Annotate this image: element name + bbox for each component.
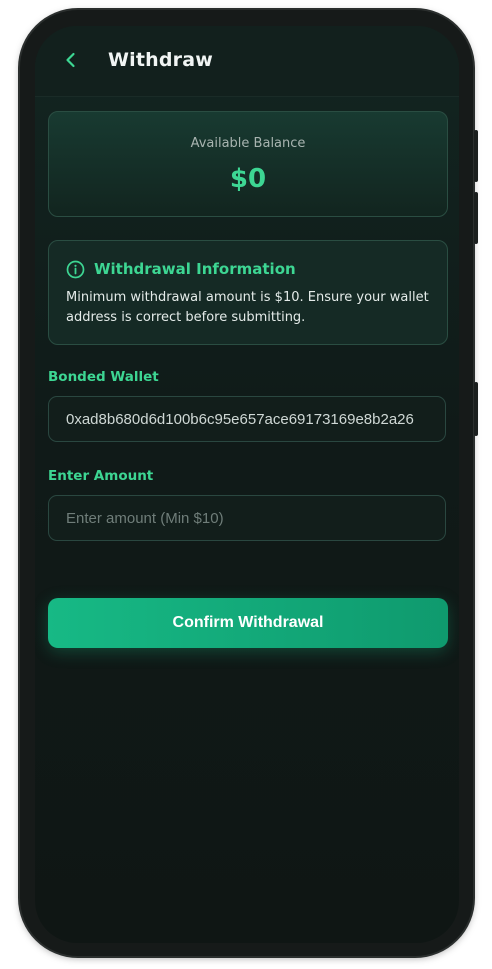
page-title: Withdraw	[108, 49, 214, 71]
side-button	[474, 382, 478, 436]
wallet-label: Bonded Wallet	[48, 369, 159, 385]
info-circle-icon	[66, 260, 85, 279]
balance-label: Available Balance	[190, 136, 306, 151]
info-title: Withdrawal Information	[94, 260, 296, 278]
amount-label: Enter Amount	[48, 468, 154, 484]
app-header: Withdraw	[35, 26, 459, 97]
amount-input[interactable]	[48, 495, 446, 541]
side-button	[474, 130, 478, 182]
info-card: Withdrawal Information Minimum withdrawa…	[48, 240, 448, 345]
wallet-address-field[interactable]	[48, 396, 446, 442]
confirm-withdrawal-button[interactable]: Confirm Withdrawal	[48, 598, 448, 648]
phone-screen: Withdraw Available Balance $0 Withdrawal…	[35, 26, 459, 943]
balance-card: Available Balance $0	[48, 111, 448, 217]
info-text: Minimum withdrawal amount is $10. Ensure…	[66, 290, 429, 325]
chevron-left-icon[interactable]	[63, 52, 79, 68]
side-button	[474, 192, 478, 244]
balance-value: $0	[229, 164, 267, 194]
